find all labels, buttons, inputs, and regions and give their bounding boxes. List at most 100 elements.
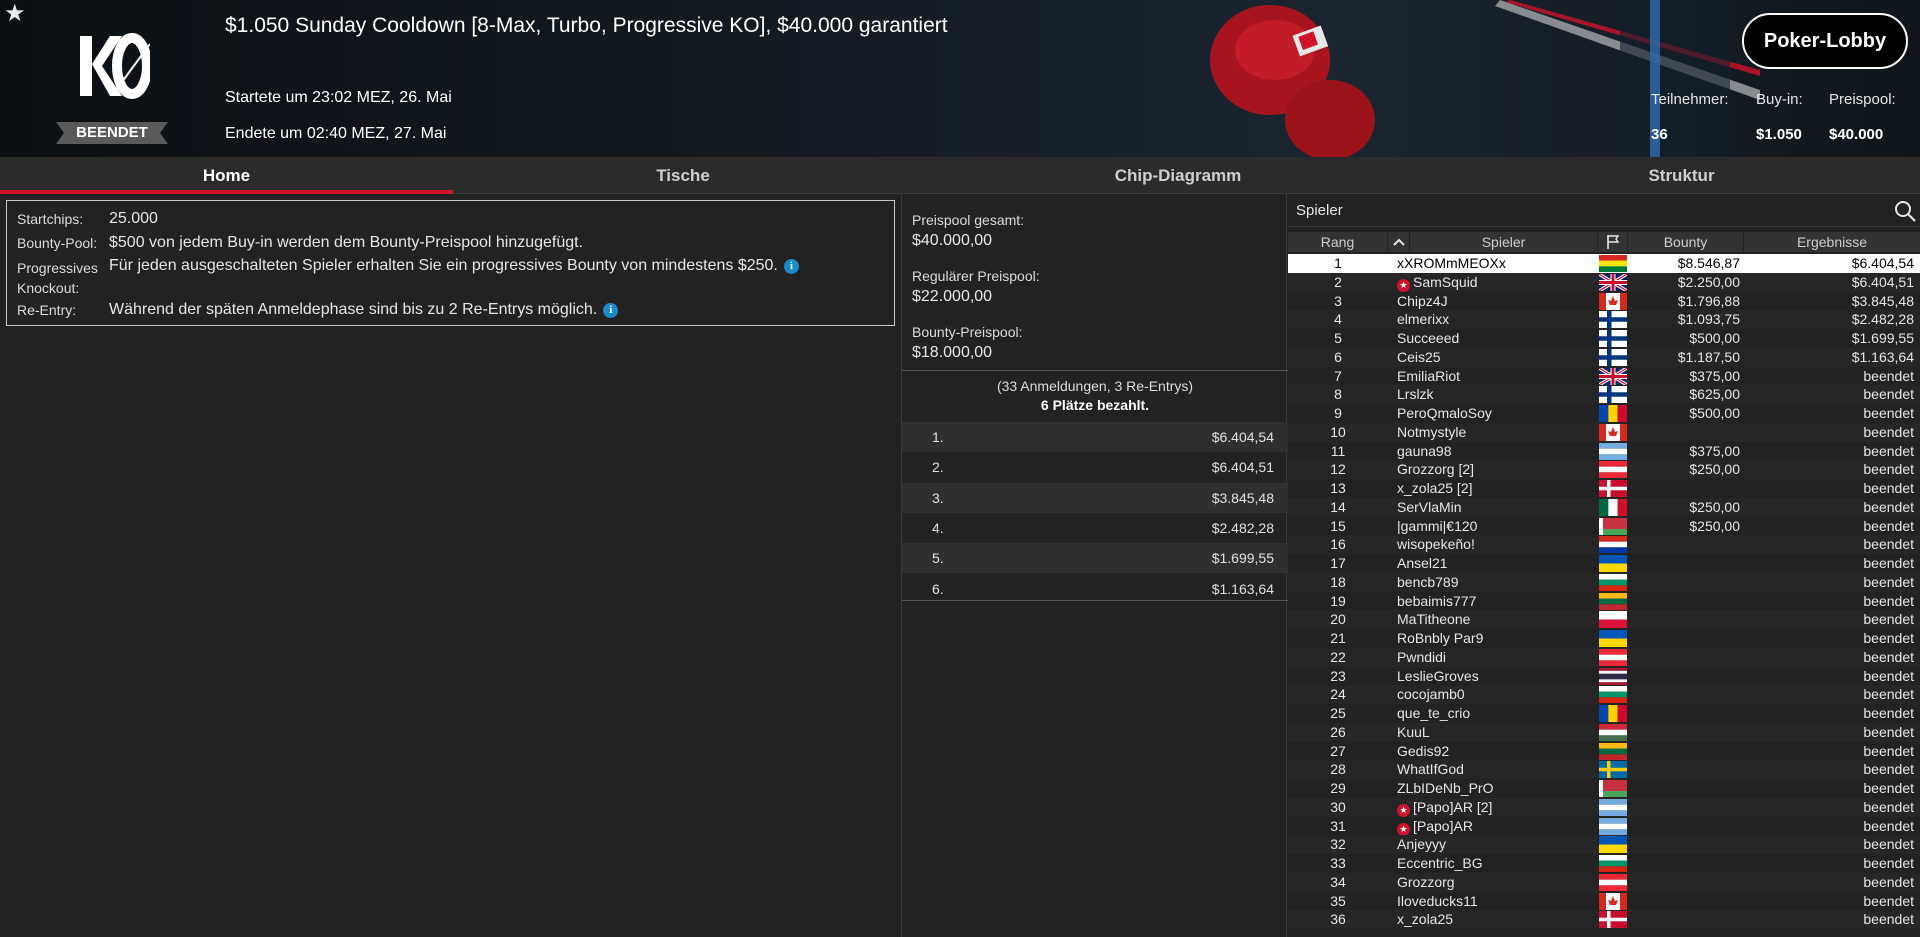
player-result: $6.404,54 [1851, 255, 1914, 271]
player-rank: 30 [1330, 798, 1346, 815]
search-icon[interactable] [1894, 200, 1916, 222]
player-name-cell: MaTitheone [1397, 610, 1597, 629]
player-result: beendet [1863, 761, 1914, 778]
table-row[interactable]: 3 Chipz4J $1.796,88 $3.845,48 [1288, 292, 1920, 311]
player-name-cell: ★ [Papo]AR [2] [1397, 798, 1597, 817]
column-bounty[interactable]: Bounty [1628, 232, 1744, 252]
player-name-cell: Pwndidi [1397, 648, 1597, 667]
player-bounty: $625,00 [1689, 386, 1740, 403]
player-name-cell: elmerixx [1397, 310, 1597, 329]
player-name-cell: ★ SamSquid [1397, 273, 1597, 292]
table-row[interactable]: 2 ★ SamSquid $2.250,00 $6.404,51 [1288, 272, 1920, 293]
table-row[interactable]: 30 ★ [Papo]AR [2] beendet [1288, 797, 1920, 817]
country-flag-icon [1599, 723, 1627, 741]
table-row[interactable]: 23 LeslieGroves beendet [1288, 667, 1920, 686]
player-name-cell: |gammi|€120 [1397, 517, 1597, 536]
table-row[interactable]: 28 WhatIfGod beendet [1288, 760, 1920, 779]
tab-tables[interactable]: Tische [453, 157, 913, 194]
player-name-cell: Anjeyyy [1397, 835, 1597, 854]
country-flag-icon [1599, 855, 1627, 872]
player-rank: 31 [1330, 817, 1346, 834]
player-result: beendet [1863, 873, 1914, 890]
table-row[interactable]: 29 ZLbIDeNb_PrO beendet [1288, 779, 1920, 798]
player-result: beendet [1863, 780, 1914, 796]
payout-row: 4. $2.482,28 [902, 513, 1288, 543]
table-row[interactable]: 14 SerVlaMin $250,00 beendet [1288, 497, 1920, 517]
player-result: beendet [1863, 630, 1914, 646]
favorite-star-icon[interactable]: ★ [4, 2, 28, 26]
country-flag-icon [1599, 517, 1627, 535]
table-row[interactable]: 20 MaTitheone beendet [1288, 610, 1920, 629]
table-row[interactable]: 8 Lrslzk $625,00 beendet [1288, 385, 1920, 404]
player-name-cell: Lrslzk [1397, 385, 1597, 404]
end-time: Endete um 02:40 MEZ, 27. Mai [225, 125, 447, 142]
table-row[interactable]: 32 Anjeyyy beendet [1288, 835, 1920, 854]
player-search-input[interactable] [1296, 199, 1856, 221]
table-row[interactable]: 16 wisopekeño! beendet [1288, 535, 1920, 554]
table-row[interactable]: 11 gauna98 $375,00 beendet [1288, 442, 1920, 461]
table-row[interactable]: 35 Iloveducks11 beendet [1288, 892, 1920, 911]
table-row[interactable]: 18 bencb789 beendet [1288, 572, 1920, 592]
table-row[interactable]: 26 KuuL beendet [1288, 722, 1920, 742]
player-name: Chipz4J [1397, 292, 1448, 309]
poker-lobby-button[interactable]: Poker-Lobby [1742, 13, 1908, 69]
player-bounty: $500,00 [1689, 405, 1740, 421]
player-name: Grozzorg [1397, 873, 1455, 890]
player-result: beendet [1863, 461, 1914, 478]
player-bounty: $1.796,88 [1677, 292, 1740, 309]
info-icon[interactable]: i [783, 259, 799, 274]
table-row[interactable]: 19 bebaimis777 beendet [1288, 592, 1920, 611]
player-search-bar [1288, 194, 1920, 227]
player-name: SamSquid [1413, 273, 1478, 290]
table-row[interactable]: 21 RoBnbly Par9 beendet [1288, 629, 1920, 648]
column-player[interactable]: Spieler [1410, 232, 1598, 252]
table-row[interactable]: 9 PeroQmaloSoy $500,00 beendet [1288, 404, 1920, 423]
table-row[interactable]: 5 Succeeed $500,00 $1.699,55 [1288, 329, 1920, 348]
table-row[interactable]: 22 Pwndidi beendet [1288, 647, 1920, 667]
total-pool-label: Preispool gesamt: [912, 212, 1025, 228]
table-row[interactable]: 25 que_te_crio beendet [1288, 704, 1920, 723]
startchips-label: Startchips: [17, 211, 84, 227]
column-rank[interactable]: Rang [1288, 232, 1388, 252]
player-result: beendet [1863, 367, 1914, 384]
player-rank: 18 [1330, 573, 1346, 590]
payout-row: 5. $1.699,55 [902, 543, 1288, 574]
tab-structure[interactable]: Struktur [1443, 157, 1920, 194]
table-row[interactable]: 7 EmiliaRiot $375,00 beendet [1288, 366, 1920, 386]
buyin-value: $1.050 [1756, 126, 1802, 143]
payout-row: 1. $6.404,54 [902, 422, 1288, 452]
flag-icon[interactable] [1598, 232, 1628, 252]
table-row[interactable]: 27 Gedis92 beendet [1288, 742, 1920, 761]
player-name-cell: RoBnbly Par9 [1397, 629, 1597, 648]
player-name-cell: wisopekeño! [1397, 535, 1597, 554]
table-row[interactable]: 17 Ansel21 beendet [1288, 554, 1920, 573]
table-row[interactable]: 31 ★ [Papo]AR beendet [1288, 817, 1920, 836]
table-row[interactable]: 4 elmerixx $1.093,75 $2.482,28 [1288, 310, 1920, 329]
reentry-value: Während der späten Anmeldephase sind bis… [109, 301, 619, 319]
table-row[interactable]: 10 Notmystyle beendet [1288, 422, 1920, 442]
payout-row: 3. $3.845,48 [902, 482, 1288, 513]
info-icon[interactable]: i [603, 303, 619, 318]
table-row[interactable]: 1 xXROMmMEOXx $8.546,87 $6.404,54 [1288, 254, 1920, 273]
player-name-cell: EmiliaRiot [1397, 367, 1597, 386]
bounty-pool-total-label: Bounty-Preispool: [912, 324, 1023, 340]
player-name: Ansel21 [1397, 555, 1448, 571]
tab-chip-chart[interactable]: Chip-Diagramm [913, 157, 1443, 194]
table-row[interactable]: 12 Grozzorg [2] $250,00 beendet [1288, 460, 1920, 479]
country-flag-icon [1599, 573, 1627, 591]
column-result[interactable]: Ergebnisse [1744, 232, 1920, 252]
player-name: xXROMmMEOXx [1397, 255, 1506, 271]
table-row[interactable]: 34 Grozzorg beendet [1288, 872, 1920, 892]
table-row[interactable]: 24 cocojamb0 beendet [1288, 685, 1920, 704]
sort-up-icon[interactable] [1388, 232, 1410, 252]
tab-home[interactable]: Home [0, 157, 453, 194]
country-flag-icon [1599, 461, 1627, 479]
table-row[interactable]: 36 x_zola25 beendet [1288, 910, 1920, 929]
player-result: $1.163,64 [1851, 348, 1914, 365]
table-row[interactable]: 13 x_zola25 [2] beendet [1288, 479, 1920, 498]
bounty-pool-label: Bounty-Pool: [17, 235, 98, 251]
bounty-pool-value: $500 von jedem Buy-in werden dem Bounty-… [109, 234, 584, 251]
table-row[interactable]: 15 |gammi|€120 $250,00 beendet [1288, 517, 1920, 536]
table-row[interactable]: 33 Eccentric_BG beendet [1288, 854, 1920, 873]
table-row[interactable]: 6 Ceis25 $1.187,50 $1.163,64 [1288, 347, 1920, 367]
